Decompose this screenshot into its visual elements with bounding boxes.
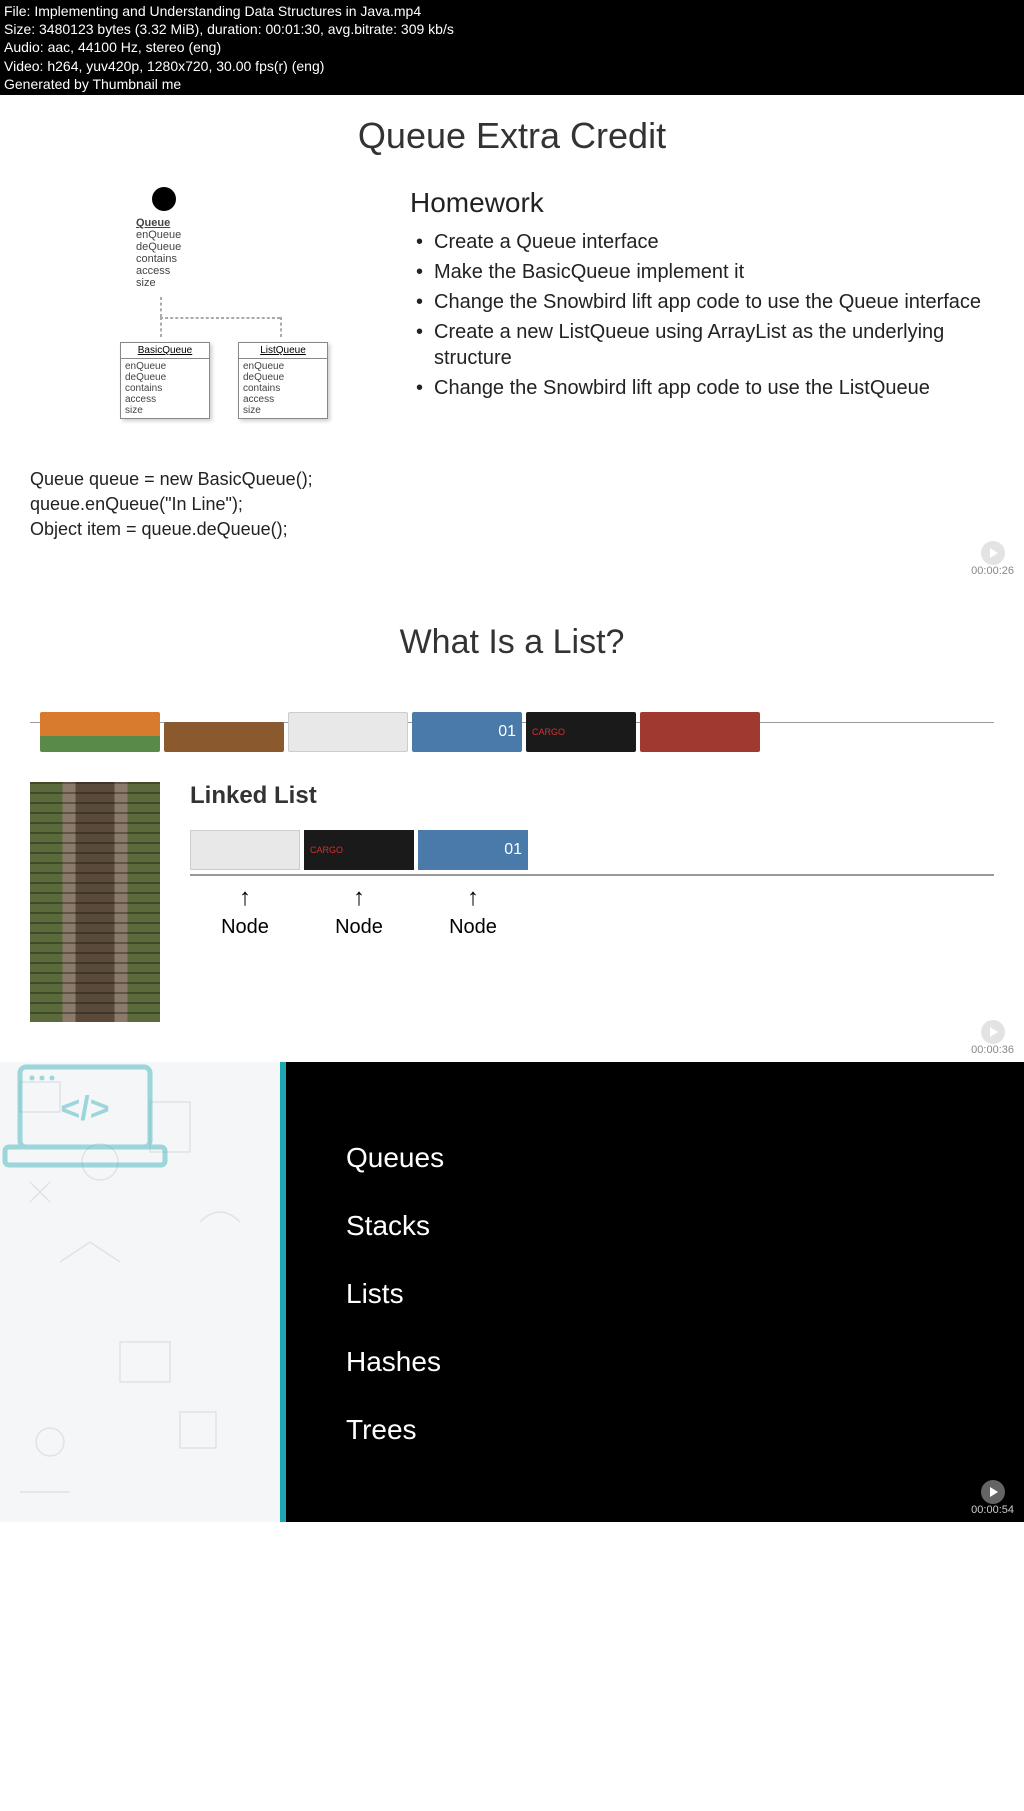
file-line: File: Implementing and Understanding Dat… [4, 2, 1020, 20]
node-label: Node [190, 916, 300, 939]
topics-panel: Queues Stacks Lists Hashes Trees [280, 1062, 1024, 1522]
homework-item: Create a Queue interface [410, 229, 994, 255]
arrow-up-icon: ↑ [304, 884, 414, 912]
video-metadata-header: File: Implementing and Understanding Dat… [0, 0, 1024, 95]
homework-title: Homework [410, 187, 994, 219]
topic-item: Queues [346, 1142, 964, 1174]
uml-listqueue-box: ListQueue enQueue deQueue contains acces… [238, 342, 328, 419]
locomotive-icon [40, 712, 160, 752]
white-car-icon [288, 712, 408, 752]
slide-what-is-a-list: What Is a List? 01 CARGO Linked List CAR… [0, 583, 1024, 1062]
uml-basicqueue-box: BasicQueue enQueue deQueue contains acce… [120, 342, 210, 419]
play-icon [981, 1480, 1005, 1504]
uml-diagram: Queue enQueue deQueue contains access si… [30, 187, 390, 447]
timestamp: 00:00:36 [971, 1044, 1014, 1056]
node-label: Node [418, 916, 528, 939]
slide1-title: Queue Extra Credit [30, 115, 994, 157]
red-car-icon [640, 712, 760, 752]
play-indicator[interactable]: 00:00:36 [971, 1020, 1014, 1056]
train-illustration: 01 CARGO [30, 692, 994, 752]
ll-node-car-1 [190, 830, 300, 870]
railway-tracks-image [30, 782, 160, 1022]
arrow-up-icon: ↑ [190, 884, 300, 912]
topic-item: Trees [346, 1414, 964, 1446]
size-line: Size: 3480123 bytes (3.32 MiB), duration… [4, 20, 1020, 38]
linked-list-title: Linked List [190, 782, 994, 810]
svg-text:</>: </> [60, 1090, 109, 1128]
video-line: Video: h264, yuv420p, 1280x720, 30.00 fp… [4, 57, 1020, 75]
code-snippet: Queue queue = new BasicQueue(); queue.en… [30, 467, 390, 543]
blue-car-01: 01 [412, 712, 522, 752]
decorative-left-panel: </> [0, 1062, 280, 1522]
play-indicator[interactable]: 00:00:26 [971, 541, 1014, 577]
timestamp: 00:00:54 [971, 1504, 1014, 1516]
homework-item: Change the Snowbird lift app code to use… [410, 289, 994, 315]
topic-item: Hashes [346, 1346, 964, 1378]
homework-list: Create a Queue interface Make the BasicQ… [410, 229, 994, 401]
topic-item: Lists [346, 1278, 964, 1310]
node-label: Node [304, 916, 414, 939]
homework-item: Change the Snowbird lift app code to use… [410, 375, 994, 401]
uml-queue-head: Queue [136, 217, 181, 229]
topic-item: Stacks [346, 1210, 964, 1242]
homework-item: Make the BasicQueue implement it [410, 259, 994, 285]
audio-line: Audio: aac, 44100 Hz, stereo (eng) [4, 38, 1020, 56]
play-icon [981, 1020, 1005, 1044]
generated-line: Generated by Thumbnail me [4, 75, 1020, 93]
arrow-up-icon: ↑ [418, 884, 528, 912]
cargo-car: CARGO [526, 712, 636, 752]
homework-item: Create a new ListQueue using ArrayList a… [410, 319, 994, 371]
ll-node-car-3: 01 [418, 830, 528, 870]
slide-topics-list: </> Queues Stacks Lists Hashes Trees 00:… [0, 1062, 1024, 1522]
slide-queue-extra-credit: Queue Extra Credit Queue enQueue deQueue… [0, 95, 1024, 583]
ll-node-car-2: CARGO [304, 830, 414, 870]
laptop-code-icon: </> [0, 1062, 170, 1172]
play-icon [981, 541, 1005, 565]
uml-interface-dot [152, 187, 176, 211]
linked-list-train: CARGO 01 [190, 830, 994, 876]
timestamp: 00:00:26 [971, 565, 1014, 577]
slide2-title: What Is a List? [30, 623, 994, 662]
play-indicator[interactable]: 00:00:54 [971, 1480, 1014, 1516]
flat-car-icon [164, 722, 284, 752]
